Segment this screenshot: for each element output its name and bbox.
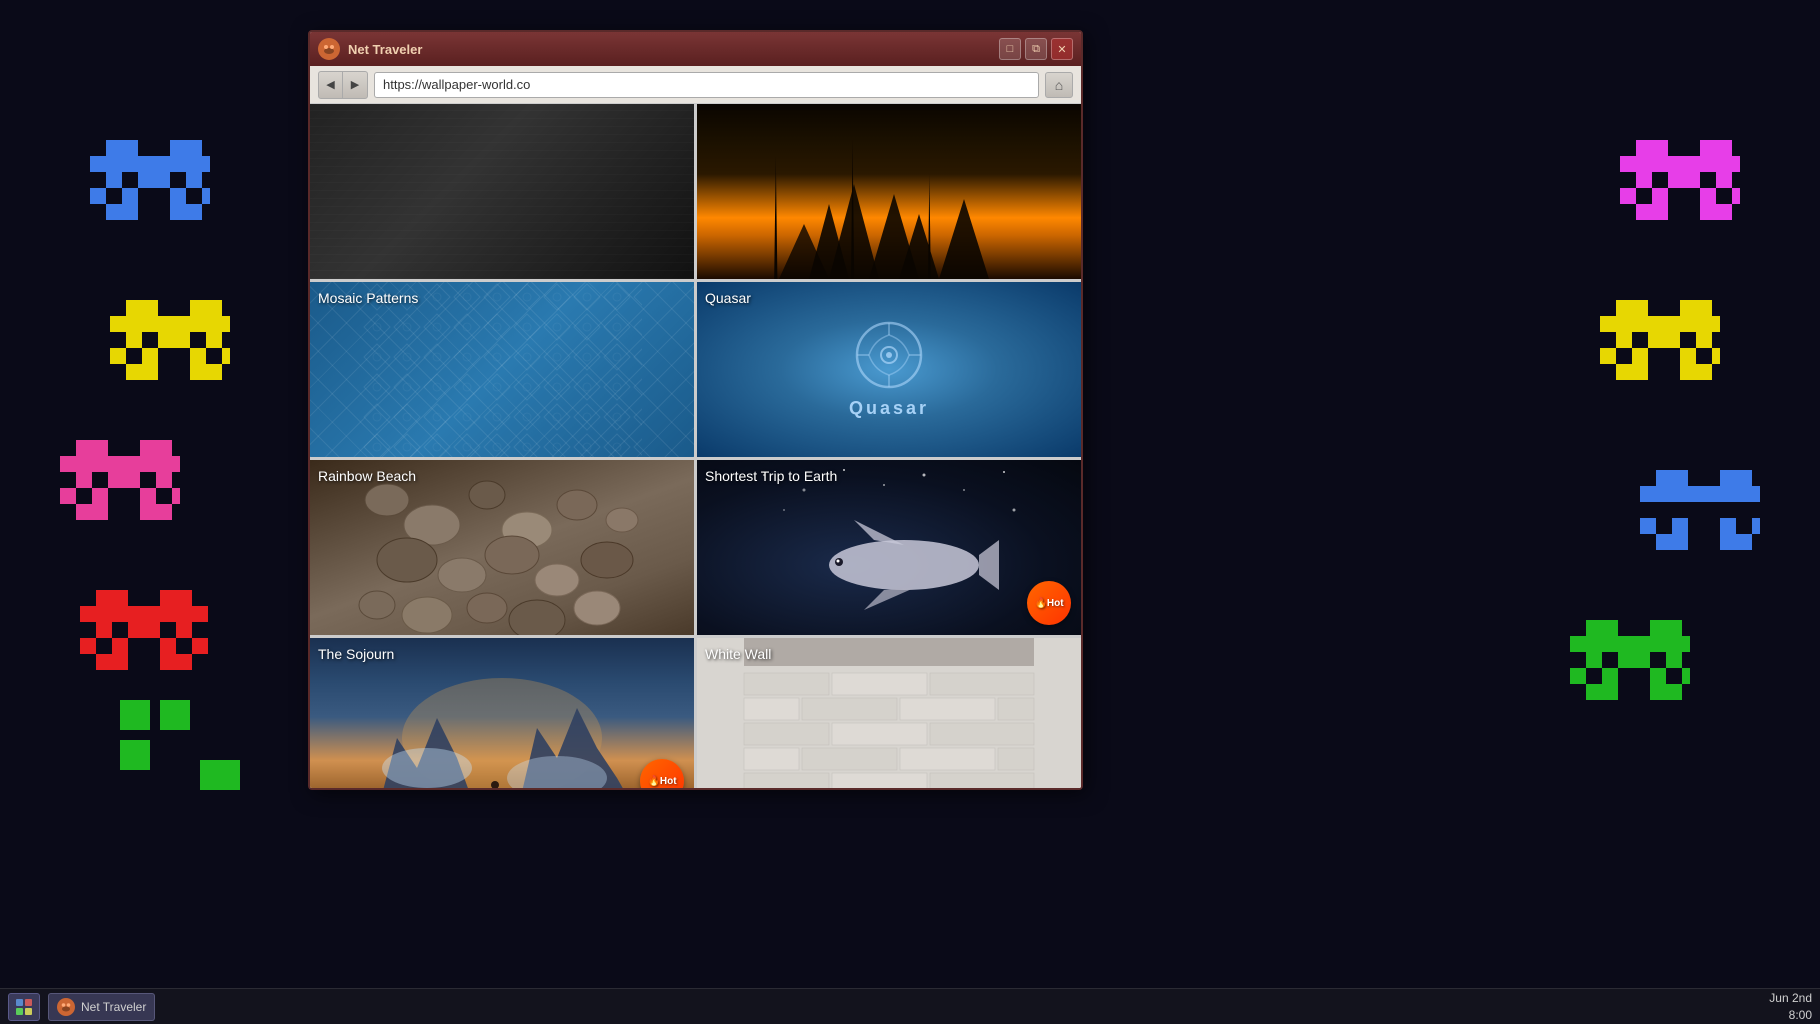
browser-titlebar: Net Traveler □ ⧉ ✕ — [310, 32, 1081, 66]
shortest-trip-hot-badge: 🔥Hot — [1027, 581, 1071, 625]
start-button[interactable] — [8, 993, 40, 1021]
sojourn-label: The Sojourn — [318, 646, 394, 662]
taskbar: Net Traveler Jun 2nd 8:00 — [0, 988, 1820, 1024]
pixel-blocks-green-left — [120, 700, 260, 800]
wallpaper-item-quasar[interactable]: Quasar Quasar — [697, 282, 1081, 457]
wallpaper-item-white-wall[interactable]: White Wall — [697, 638, 1081, 788]
browser-title: Net Traveler — [348, 42, 991, 57]
pixel-invader-magenta-right — [1620, 140, 1740, 240]
wallpaper-item-sojourn[interactable]: The Sojourn 🔥Hot — [310, 638, 694, 788]
restore-button[interactable]: ⧉ — [1025, 38, 1047, 60]
wallpaper-item-dark[interactable] — [310, 104, 694, 279]
taskbar-logo-icon — [57, 998, 75, 1016]
url-text: https://wallpaper-world.co — [383, 77, 530, 92]
home-button[interactable]: ⌂ — [1045, 72, 1073, 98]
quasar-label: Quasar — [705, 290, 751, 306]
nav-arrows-group: ◀ ▶ — [318, 71, 368, 99]
pixel-invader-green-right — [1570, 620, 1690, 720]
taskbar-time: 8:00 — [1769, 1007, 1812, 1024]
pixel-invader-blue-right — [1640, 470, 1760, 550]
pixel-invader-pink-left — [60, 440, 180, 540]
mosaic-label: Mosaic Patterns — [318, 290, 418, 306]
pixel-invader-blue-left — [90, 140, 210, 240]
back-button[interactable]: ◀ — [319, 72, 343, 98]
minimize-button[interactable]: □ — [999, 38, 1021, 60]
shortest-trip-label: Shortest Trip to Earth — [705, 468, 837, 484]
rainbow-beach-label: Rainbow Beach — [318, 468, 416, 484]
browser-content: Mosaic Patterns Quasar — [310, 104, 1081, 788]
pixel-invader-yellow-left — [110, 300, 230, 400]
white-wall-label: White Wall — [705, 646, 771, 662]
pixel-invader-red-left — [80, 590, 210, 690]
taskbar-clock: Jun 2nd 8:00 — [1769, 990, 1812, 1024]
quasar-brand-text: Quasar — [849, 398, 929, 419]
pixel-invader-yellow-right — [1600, 300, 1720, 400]
forward-button[interactable]: ▶ — [343, 72, 367, 98]
close-button[interactable]: ✕ — [1051, 38, 1073, 60]
wallpaper-item-shortest-trip[interactable]: Shortest Trip to Earth 🔥Hot — [697, 460, 1081, 635]
address-bar[interactable]: https://wallpaper-world.co — [374, 72, 1039, 98]
browser-navbar: ◀ ▶ https://wallpaper-world.co ⌂ — [310, 66, 1081, 104]
wallpaper-item-forest[interactable] — [697, 104, 1081, 279]
browser-controls: □ ⧉ ✕ — [999, 38, 1073, 60]
taskbar-item-label: Net Traveler — [81, 1000, 146, 1014]
wallpaper-grid: Mosaic Patterns Quasar — [310, 104, 1081, 788]
wallpaper-item-rainbow-beach[interactable]: Rainbow Beach — [310, 460, 694, 635]
wallpaper-item-mosaic[interactable]: Mosaic Patterns — [310, 282, 694, 457]
taskbar-browser-item[interactable]: Net Traveler — [48, 993, 155, 1021]
taskbar-date: Jun 2nd — [1769, 990, 1812, 1007]
browser-logo-icon — [318, 38, 340, 60]
browser-window: Net Traveler □ ⧉ ✕ ◀ ▶ https://wallpaper… — [308, 30, 1083, 790]
